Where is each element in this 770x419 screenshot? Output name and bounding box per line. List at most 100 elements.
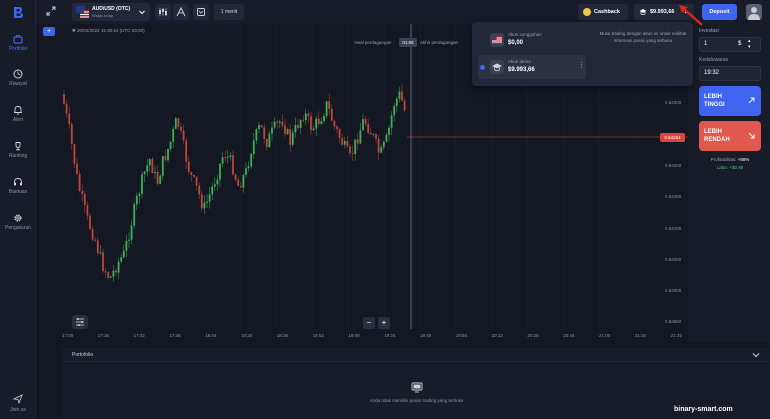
expiry-value: 19:32 [704, 70, 720, 76]
arrow-down-right-icon [748, 132, 755, 139]
candle-body [351, 153, 354, 155]
candle-body [255, 129, 258, 141]
candle-body [172, 128, 175, 142]
chart-settings-button[interactable] [193, 4, 209, 20]
higher-label-1: LEBIH [704, 94, 722, 100]
join-us-button[interactable]: Join us [0, 394, 36, 413]
investment-input[interactable]: 1 $ ▴ ▾ [699, 37, 761, 52]
candle-body [226, 156, 229, 158]
candle-body [177, 118, 180, 127]
candle-body [325, 101, 328, 116]
coin-icon [583, 8, 591, 16]
candle-body [315, 118, 318, 129]
candle-body [323, 115, 325, 122]
candle-body [151, 159, 154, 174]
sidebar-item-portfolio[interactable]: Portfolio [0, 34, 36, 52]
candle-body [96, 240, 99, 253]
candle-body [260, 125, 263, 128]
candle-body [128, 239, 130, 241]
datetime-label: 20/04/2024 19.30.54 (UTC-03:00) [77, 28, 145, 33]
candle-body [328, 101, 331, 109]
candle-body [304, 113, 307, 121]
more-options-icon[interactable]: ⋮ [578, 61, 585, 69]
sidebar-item-label: Pengaturan [5, 225, 31, 231]
x-axis-tick: 19:56 [455, 333, 468, 338]
lower-label-2: RENDAH [704, 137, 730, 143]
indicators-button[interactable] [155, 4, 171, 20]
y-axis-tick: 0.64200 [665, 163, 682, 168]
clock-icon [13, 69, 23, 79]
candle-body [258, 125, 260, 130]
indicators-panel-button[interactable] [72, 315, 88, 329]
sidebar-item-riwayat[interactable]: Riwayat [0, 69, 36, 87]
candle-body [185, 140, 188, 162]
logo-icon[interactable] [11, 5, 25, 19]
asset-selector[interactable]: AUD/USD (OTC) Waktu tetap [72, 3, 150, 21]
candle-body [63, 94, 65, 104]
candle-body [164, 156, 167, 161]
candle-body [312, 128, 315, 131]
candle-body [94, 239, 97, 241]
candle-body [211, 186, 214, 195]
candle-body [112, 270, 115, 277]
portfolio-header[interactable] [62, 348, 770, 362]
star-icon[interactable]: ✱ [72, 28, 76, 33]
expand-icon[interactable] [46, 6, 56, 16]
candle-body [91, 228, 94, 240]
empty-portfolio-message: Anda tidak memiliki posisi trading yang … [369, 398, 464, 403]
lower-button[interactable]: LEBIH RENDAH [699, 121, 761, 151]
cashback-button[interactable]: Cashback [578, 4, 628, 20]
profit-line: Laba: +$0,88 [699, 165, 761, 170]
add-chart-button[interactable]: + [43, 27, 55, 36]
candle-body [299, 119, 302, 129]
candle-body [395, 98, 398, 107]
account-real[interactable]: Akun sungguhan $0,00 [478, 28, 586, 52]
candle-body [141, 174, 143, 194]
candle-body [229, 155, 232, 157]
candle-body [265, 138, 268, 148]
candle-body [148, 159, 151, 166]
drawing-tools-button[interactable] [173, 4, 189, 20]
candle-body [198, 185, 201, 195]
account-dropdown: Akun sungguhan $0,00 Akun demo $9.993,66… [472, 22, 693, 86]
sidebar-item-label: Alert [12, 117, 24, 123]
candle-body [232, 155, 234, 175]
candle-body [242, 174, 245, 188]
candle-body [120, 257, 123, 262]
candle-body [349, 146, 351, 154]
candle-body [154, 172, 156, 174]
candle-body [190, 172, 193, 176]
candle-body [174, 118, 177, 129]
stepper-icon[interactable]: ▴ ▾ [748, 38, 751, 50]
asset-type: Waktu tetap [92, 13, 114, 18]
deposit-button[interactable]: Deposit [702, 4, 737, 20]
sidebar-item-pengaturan[interactable]: Pengaturan [0, 213, 36, 231]
layout-icon [197, 8, 205, 16]
candle-body [169, 141, 172, 149]
sidebar-item-alert[interactable]: Alert [0, 105, 36, 123]
candle-body [291, 132, 294, 145]
candle-body [263, 127, 266, 139]
chevron-down-icon[interactable] [752, 352, 760, 358]
candle-body [278, 121, 281, 123]
x-axis-tick: 17:00 [62, 333, 74, 338]
chart-datetime: ✱ 20/04/2024 19.30.54 (UTC-03:00) [72, 28, 145, 34]
account-name: Akun sungguhan [508, 32, 542, 37]
zoom-out-button[interactable]: − [363, 317, 375, 329]
account-demo[interactable]: Akun demo $9.993,66 ⋮ [478, 55, 586, 79]
higher-button[interactable]: LEBIH TINGGI [699, 86, 761, 116]
interval-selector[interactable]: 1 menit [214, 4, 244, 20]
candle-body [369, 133, 372, 135]
candle-body [78, 174, 81, 192]
expiry-input[interactable]: 19:32 [699, 66, 761, 81]
sidebar-item-bantuan[interactable]: Bantuan [0, 177, 36, 195]
monitor-icon [411, 382, 423, 393]
candles-icon [159, 8, 167, 16]
account-amount: $9.993,66 [508, 67, 535, 73]
candle-body [156, 172, 159, 184]
sidebar-item-ranking[interactable]: Ranking [0, 141, 36, 159]
candle-body [273, 121, 276, 128]
sliders-icon [76, 318, 84, 326]
zoom-in-button[interactable]: + [378, 317, 390, 329]
avatar[interactable] [746, 4, 762, 20]
